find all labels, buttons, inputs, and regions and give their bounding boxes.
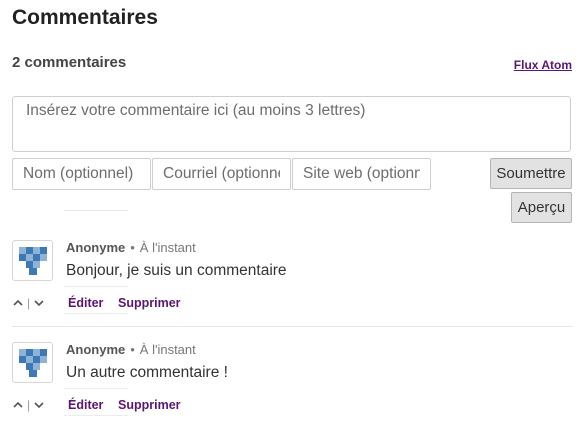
divider xyxy=(64,210,128,211)
comment-meta: Anonyme • À l'instant xyxy=(66,240,196,255)
comment-count: 2 commentaires xyxy=(12,54,127,71)
comment-item: Anonyme • À l'instant Un autre commentaire… xyxy=(0,342,580,442)
comment-author: Anonyme xyxy=(66,342,126,357)
meta-separator: • xyxy=(130,342,135,357)
comment-text: Bonjour, je suis un commentaire xyxy=(66,262,287,279)
comment-time: À l'instant xyxy=(139,240,196,255)
website-input[interactable] xyxy=(292,158,431,190)
comment-divider xyxy=(12,326,573,327)
divider xyxy=(64,388,128,389)
comment-time: À l'instant xyxy=(139,342,196,357)
comment-textarea[interactable] xyxy=(12,96,571,152)
identicon-avatar-icon xyxy=(19,349,47,377)
comment-item: Anonyme • À l'instant Bonjour, je suis un … xyxy=(0,240,580,340)
email-input[interactable] xyxy=(152,158,291,190)
upvote-icon[interactable] xyxy=(12,298,24,308)
vote-controls: | xyxy=(12,296,45,310)
comment-meta: Anonyme • À l'instant xyxy=(66,342,196,357)
divider xyxy=(64,286,128,287)
name-input[interactable] xyxy=(12,158,151,190)
delete-link[interactable]: Supprimer xyxy=(118,296,181,310)
identicon-avatar-icon xyxy=(19,247,47,275)
comment-text: Un autre commentaire ! xyxy=(66,364,228,381)
submit-button[interactable]: Soumettre xyxy=(490,158,572,189)
vote-separator: | xyxy=(27,296,31,310)
avatar xyxy=(12,342,53,383)
delete-link[interactable]: Supprimer xyxy=(118,398,181,412)
vote-controls: | xyxy=(12,398,45,412)
vote-separator: | xyxy=(27,398,31,412)
comment-author: Anonyme xyxy=(66,240,126,255)
downvote-icon[interactable] xyxy=(33,400,45,410)
edit-link[interactable]: Éditer xyxy=(68,398,103,412)
upvote-icon[interactable] xyxy=(12,400,24,410)
avatar xyxy=(12,240,53,281)
atom-feed-link[interactable]: Flux Atom xyxy=(514,58,572,72)
divider xyxy=(64,313,128,314)
meta-separator: • xyxy=(130,240,135,255)
edit-link[interactable]: Éditer xyxy=(68,296,103,310)
section-title: Commentaires xyxy=(12,6,158,29)
preview-button[interactable]: Aperçu xyxy=(511,192,572,223)
downvote-icon[interactable] xyxy=(33,298,45,308)
divider xyxy=(64,415,128,416)
